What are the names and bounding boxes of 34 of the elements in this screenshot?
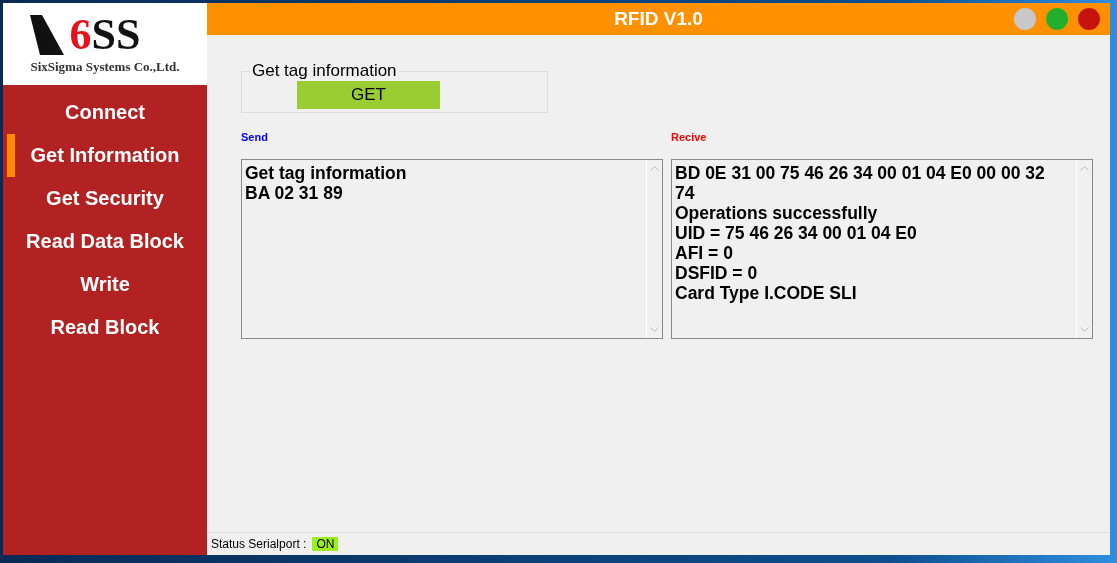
sidebar-item[interactable]: Get Security (7, 177, 195, 220)
sidebar-item[interactable]: Read Block (7, 306, 195, 349)
receive-label: Recive (671, 131, 708, 145)
send-label: Send (241, 131, 269, 145)
window-control-button[interactable] (1078, 8, 1100, 30)
company-name: SixSigma Systems Co.,Ltd. (30, 59, 180, 75)
window-title: RFID V1.0 (614, 8, 703, 30)
sidebar-item[interactable]: Connect (7, 91, 195, 134)
text-line: Card Type I.CODE SLI (675, 283, 858, 303)
text-line: AFI = 0 (675, 243, 734, 263)
scroll-down-icon[interactable] (650, 327, 659, 332)
text-line: UID = 75 46 26 34 00 01 04 E0 (675, 223, 918, 243)
sidebar-item[interactable]: Get Information (7, 134, 195, 177)
text-line: BA 02 31 89 (245, 183, 344, 203)
text-line: Operations successfully (675, 203, 879, 223)
logo-text: 6SS (69, 13, 141, 57)
sidebar-item[interactable]: Write (7, 263, 195, 306)
window-control-button[interactable] (1014, 8, 1036, 30)
scroll-down-icon[interactable] (1080, 327, 1089, 332)
scroll-up-icon[interactable] (1080, 166, 1089, 171)
get-button[interactable]: GET (297, 81, 440, 109)
receive-text-area[interactable]: BD 0E 31 00 75 46 26 34 00 01 04 E0 00 00 32 74 Operations successfully UID = 75 46 26 34 00 01 04 E0 AFI = 0 DSFID = 0 Card Type I.CODE SLI (671, 159, 1093, 339)
text-line: BD 0E 31 00 75 46 26 34 00 01 04 E0 00 00 32 74 (675, 163, 1046, 203)
scrollbar[interactable] (646, 160, 662, 338)
text-line: DSFID = 0 (675, 263, 759, 283)
scroll-up-icon[interactable] (650, 166, 659, 171)
text-line: Get tag information (245, 163, 408, 183)
group-title: Get tag information (251, 61, 398, 81)
window-control-button[interactable] (1046, 8, 1068, 30)
sidebar-item[interactable]: Read Data Block (7, 220, 195, 263)
send-text-area[interactable]: Get tag information BA 02 31 89 (241, 159, 663, 339)
status-label: Status Serialport : (211, 537, 307, 551)
scrollbar[interactable] (1076, 160, 1092, 338)
status-value: ON (312, 537, 339, 551)
